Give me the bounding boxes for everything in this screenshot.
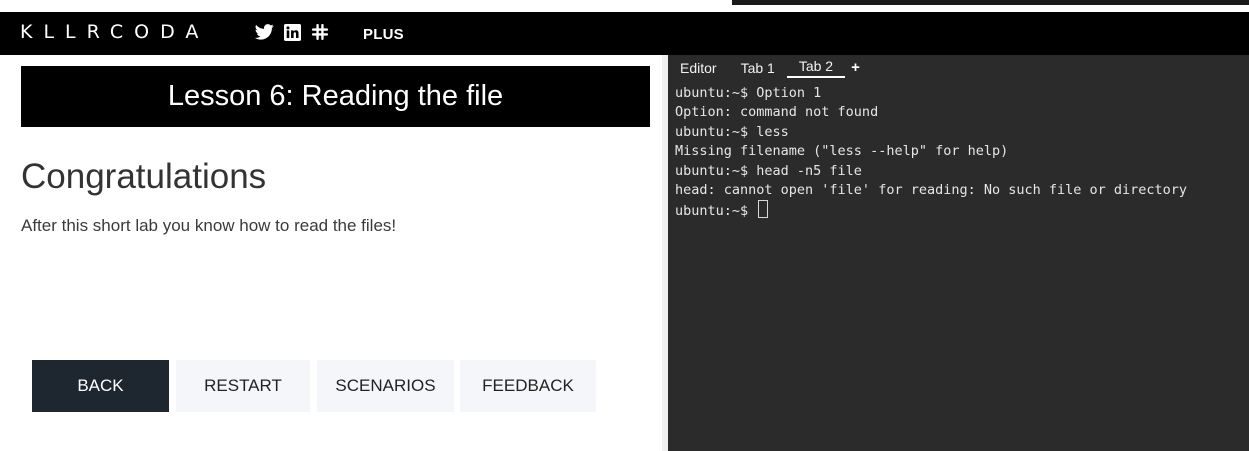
tab-1[interactable]: Tab 1	[729, 60, 787, 78]
page: KLLRCODA PLUS Lesson 6: Reading the file…	[0, 0, 1249, 451]
navbar: KLLRCODA PLUS	[0, 12, 1249, 55]
terminal-cursor	[758, 200, 769, 219]
slack-icon[interactable]	[311, 23, 329, 41]
terminal-line: ubuntu:~$ head -n5 file	[675, 162, 862, 179]
social-links	[255, 23, 329, 41]
terminal-output[interactable]: ubuntu:~$ Option 1 Option: command not f…	[675, 84, 1243, 451]
terminal-line: Option: command not found	[675, 104, 879, 121]
terminal-line: ubuntu:~$ less	[675, 123, 789, 140]
terminal-pane: Editor Tab 1 Tab 2 + ubuntu:~$ Option 1 …	[668, 55, 1249, 451]
lesson-title: Lesson 6: Reading the file	[21, 66, 650, 127]
scenarios-button[interactable]: SCENARIOS	[317, 360, 454, 412]
tab-editor[interactable]: Editor	[680, 60, 729, 78]
linkedin-icon[interactable]	[284, 23, 301, 41]
terminal-line: head: cannot open 'file' for reading: No…	[675, 182, 1188, 199]
lesson-heading: Congratulations	[21, 157, 267, 196]
killercoda-logo[interactable]: KLLRCODA	[20, 21, 209, 43]
plus-link[interactable]: PLUS	[363, 26, 404, 43]
terminal-prompt-line[interactable]: ubuntu:~$	[675, 200, 1243, 221]
terminal-prompt: ubuntu:~$	[675, 203, 757, 220]
add-tab-button[interactable]: +	[845, 59, 860, 78]
lesson-pane: Lesson 6: Reading the file Congratulatio…	[0, 55, 662, 451]
lesson-body-text: After this short lab you know how to rea…	[21, 216, 397, 235]
twitter-icon[interactable]	[255, 24, 274, 40]
top-strip	[732, 0, 1249, 5]
feedback-button[interactable]: FEEDBACK	[460, 360, 596, 412]
terminal-tabs: Editor Tab 1 Tab 2 +	[680, 58, 860, 78]
terminal-line: ubuntu:~$ Option 1	[675, 85, 822, 101]
back-button[interactable]: BACK	[32, 360, 169, 412]
tab-2[interactable]: Tab 2	[786, 58, 846, 78]
restart-button[interactable]: RESTART	[176, 360, 310, 412]
terminal-line: Missing filename ("less --help" for help…	[675, 143, 1009, 160]
